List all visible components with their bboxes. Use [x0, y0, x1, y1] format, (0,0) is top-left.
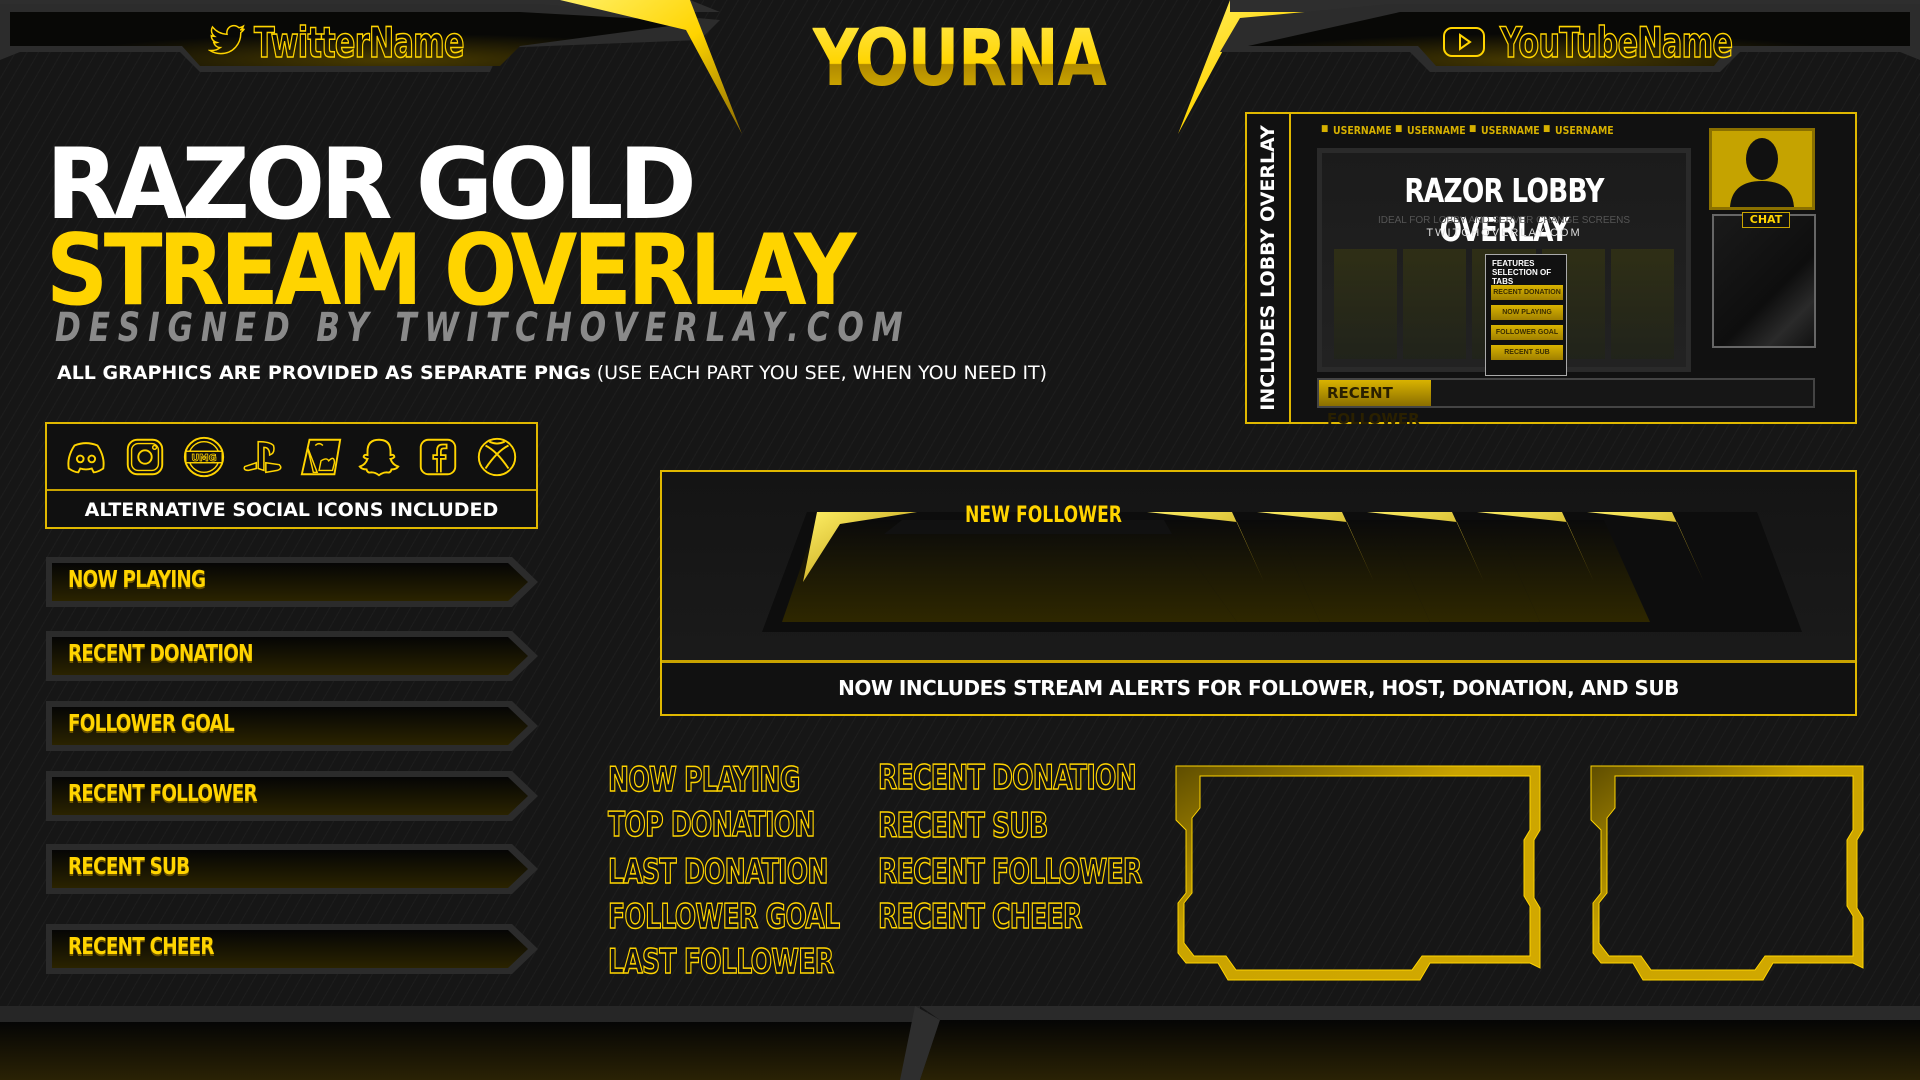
social-icons-row: UMG	[47, 424, 536, 491]
lobby-tabs-popup: FEATURES SELECTION OF TABS RECENT DONATI…	[1485, 254, 1567, 376]
discord-icon	[67, 441, 105, 473]
lobby-username: USERNAME	[1555, 124, 1614, 137]
bottom-bar	[0, 1006, 1920, 1080]
info-bar: RECENT CHEER	[42, 920, 542, 978]
lobby-tab: RECENT SUB	[1491, 345, 1563, 360]
text-label: RECENT DONATION	[877, 757, 1137, 799]
avatar-silhouette-icon	[1730, 138, 1794, 207]
lobby-subheading: IDEAL FOR LOBBY AND SERVER CHANGE SCREEN…	[1377, 215, 1631, 226]
alert-banner-graphic	[762, 512, 1802, 632]
info-bar-label: FOLLOWER GOAL	[68, 711, 235, 737]
alerts-box: NOW INCLUDES STREAM ALERTS FOR FOLLOWER,…	[660, 470, 1857, 716]
lobby-username: USERNAME	[1333, 124, 1392, 137]
youtube-bar: YouTubeName	[1200, 0, 1920, 90]
facebook-icon	[419, 438, 457, 475]
gamebattles-icon	[300, 438, 342, 475]
text-label: RECENT FOLLOWER	[877, 851, 1142, 893]
lobby-chat: CHAT	[1712, 212, 1816, 348]
social-icons-caption: ALTERNATIVE SOCIAL ICONS INCLUDED	[84, 499, 499, 521]
umg-icon: UMG	[183, 436, 224, 477]
youtube-name: YouTubeName	[1499, 17, 1733, 68]
chat-label: CHAT	[1742, 212, 1790, 228]
alerts-caption: NOW INCLUDES STREAM ALERTS FOR FOLLOWER,…	[662, 660, 1855, 714]
recent-follower-tab: RECENT FOLLOWER	[1319, 380, 1431, 428]
png-note: ALL GRAPHICS ARE PROVIDED AS SEPARATE PN…	[57, 362, 1047, 384]
youtube-icon	[1442, 26, 1486, 63]
lobby-tab: NOW PLAYING	[1491, 305, 1563, 320]
lobby-site: TWITCHOVERLAY.COM	[1426, 227, 1582, 239]
webcam-frames	[1175, 765, 1864, 981]
snapchat-icon	[358, 438, 401, 476]
lobby-webcam	[1709, 128, 1815, 210]
lobby-username: USERNAME	[1407, 124, 1466, 137]
facebook-icon: ■	[1543, 124, 1551, 134]
png-note-bold: ALL GRAPHICS ARE PROVIDED AS SEPARATE PN…	[57, 362, 591, 384]
info-bar-label: RECENT SUB	[68, 854, 190, 880]
info-bar: RECENT SUB	[42, 840, 542, 898]
info-bar: RECENT DONATION	[42, 627, 542, 685]
text-label: LAST FOLLOWER	[607, 941, 834, 983]
png-note-rest: (USE EACH PART YOU SEE, WHEN YOU NEED IT…	[590, 362, 1048, 384]
text-label: TOP DONATION	[607, 804, 816, 846]
youtube-icon: ■	[1469, 124, 1477, 134]
lobby-username: USERNAME	[1481, 124, 1540, 137]
lobby-tab: RECENT DONATION	[1491, 285, 1563, 300]
playstation-icon	[243, 440, 282, 473]
text-label: RECENT CHEER	[877, 896, 1082, 938]
lobby-side-label: INCLUDES LOBBY OVERLAY	[1247, 114, 1291, 422]
info-bar: NOW PLAYING	[42, 553, 542, 611]
instagram-icon	[126, 438, 164, 475]
info-bar: RECENT FOLLOWER	[42, 767, 542, 825]
lobby-tabs-title: FEATURES SELECTION OF TABS	[1492, 259, 1552, 286]
designed-by: DESIGNED BY TWITCHOVERLAY.COM	[55, 305, 911, 351]
xbox-icon	[477, 437, 516, 476]
info-bar-label: RECENT DONATION	[68, 641, 254, 667]
svg-text:UMG: UMG	[191, 452, 216, 463]
text-label: RECENT SUB	[877, 805, 1048, 847]
webcam-frame-large	[1175, 765, 1541, 981]
lobby-tab: FOLLOWER GOAL	[1491, 325, 1563, 340]
social-icons-box: UMG ALTERNATIVE SOCIAL ICONS INCLUDED	[45, 422, 538, 529]
twitter-icon: ■	[1321, 124, 1329, 134]
instagram-icon: ■	[1395, 124, 1403, 134]
info-bar-label: NOW PLAYING	[68, 567, 206, 593]
streamer-name: YOURNAME	[812, 14, 1210, 104]
info-bar: FOLLOWER GOAL	[42, 697, 542, 755]
info-bar-label: RECENT CHEER	[68, 934, 215, 960]
lobby-recent-follower: RECENT FOLLOWER	[1317, 378, 1815, 428]
info-bar-label: RECENT FOLLOWER	[68, 781, 258, 807]
text-label: LAST DONATION	[607, 851, 829, 893]
lobby-side-text: INCLUDES LOBBY OVERLAY	[1257, 125, 1279, 411]
new-follower-title: NEW FOLLOWER	[965, 503, 1123, 528]
lobby-preview: INCLUDES LOBBY OVERLAY ■ USERNAME ■ USERNAM…	[1245, 112, 1857, 428]
text-label: NOW PLAYING	[607, 759, 800, 801]
text-label: FOLLOWER GOAL	[607, 896, 840, 938]
webcam-frame-small	[1590, 765, 1864, 981]
